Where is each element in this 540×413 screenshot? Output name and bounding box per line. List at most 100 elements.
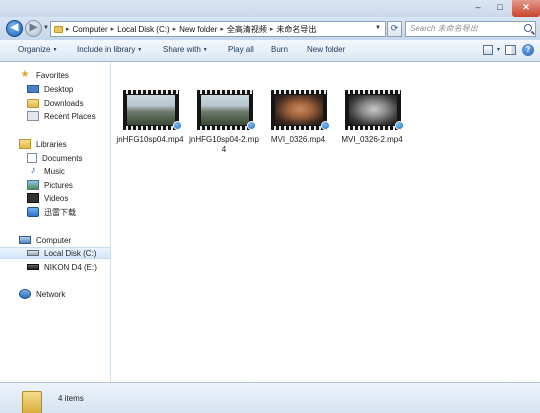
nav-downloads-label: Downloads xyxy=(44,98,84,108)
film-perforation xyxy=(123,90,179,94)
nav-recent-places[interactable]: Recent Places xyxy=(0,110,110,122)
share-with-button[interactable]: Share with ▼ xyxy=(163,45,208,54)
video-thumbnail xyxy=(271,90,327,130)
film-perforation xyxy=(271,126,327,130)
libraries-icon xyxy=(19,139,31,149)
chevron-right-icon[interactable]: ▸ xyxy=(66,25,70,33)
chevron-down-icon: ▼ xyxy=(52,47,58,53)
share-with-label: Share with xyxy=(163,45,201,54)
nav-desktop-label: Desktop xyxy=(44,84,74,94)
organize-label: Organize xyxy=(18,45,51,54)
removable-drive-icon xyxy=(27,264,39,270)
film-perforation xyxy=(123,126,179,130)
network-icon xyxy=(19,289,31,299)
organize-button[interactable]: Organize ▼ xyxy=(18,45,57,54)
recent-places-icon xyxy=(27,111,39,121)
chevron-right-icon[interactable]: ▸ xyxy=(111,25,115,33)
file-name: jnHFG10sp04-2.mp4 xyxy=(189,135,259,154)
search-placeholder: Search 未命名导出 xyxy=(410,24,478,33)
address-dropdown-icon[interactable]: ▼ xyxy=(375,25,381,31)
video-frame xyxy=(275,95,323,125)
nav-videos-label: Videos xyxy=(44,193,69,203)
nav-pictures-label: Pictures xyxy=(44,180,73,190)
nav-favorites[interactable]: ★ Favorites xyxy=(0,69,110,81)
nav-network-label: Network xyxy=(36,289,66,299)
media-player-badge-icon xyxy=(395,121,404,130)
refresh-button[interactable]: ⟳ xyxy=(387,21,402,37)
close-button[interactable]: ✕ xyxy=(512,0,540,17)
change-view-icon[interactable] xyxy=(483,45,493,55)
nav-downloads[interactable]: Downloads xyxy=(0,97,110,109)
folder-icon xyxy=(22,391,42,413)
video-frame xyxy=(349,95,397,125)
burn-button[interactable]: Burn xyxy=(271,45,288,54)
breadcrumb-computer[interactable]: Computer xyxy=(73,25,108,34)
breadcrumb-new-folder[interactable]: New folder xyxy=(179,25,217,34)
video-thumbnail xyxy=(197,90,253,130)
xunlei-icon xyxy=(27,207,39,217)
nav-network[interactable]: Network xyxy=(0,288,110,300)
folder-icon xyxy=(54,25,63,33)
film-perforation xyxy=(345,126,401,130)
chevron-right-icon[interactable]: ▸ xyxy=(270,25,274,33)
include-in-library-button[interactable]: Include in library ▼ xyxy=(77,45,142,54)
help-icon[interactable]: ? xyxy=(522,44,534,56)
media-player-badge-icon xyxy=(321,121,330,130)
forward-button[interactable]: ▶ xyxy=(25,20,42,37)
nav-local-disk-label: Local Disk (C:) xyxy=(44,248,97,258)
nav-xunlei-downloads[interactable]: 迅雷下载 xyxy=(0,206,110,218)
recent-pages-dropdown[interactable]: ▼ xyxy=(43,25,49,31)
address-bar[interactable]: ▸ Computer ▸ Local Disk (C:) ▸ New folde… xyxy=(50,21,386,37)
nav-nikon-drive[interactable]: NIKON D4 (E:) xyxy=(0,261,110,273)
nav-documents[interactable]: Documents xyxy=(0,152,110,164)
nav-music-label: Music xyxy=(44,166,65,176)
chevron-right-icon[interactable]: ▸ xyxy=(173,25,177,33)
chevron-down-icon: ▼ xyxy=(137,47,143,53)
nav-libraries[interactable]: Libraries xyxy=(0,138,110,150)
film-perforation xyxy=(197,126,253,130)
file-list: jnHFG10sp04.mp4 jnHFG10sp04-2.mp4 MVI_03… xyxy=(112,62,540,382)
nav-videos[interactable]: Videos xyxy=(0,192,110,204)
documents-icon xyxy=(27,153,37,163)
breadcrumb-unnamed-export[interactable]: 未命名导出 xyxy=(276,24,316,35)
nav-local-disk[interactable]: Local Disk (C:) xyxy=(0,247,110,259)
minimize-button[interactable]: – xyxy=(468,0,488,17)
nav-desktop[interactable]: Desktop xyxy=(0,83,110,95)
nav-music[interactable]: ♪ Music xyxy=(0,165,110,177)
film-perforation xyxy=(271,90,327,94)
videos-icon xyxy=(27,193,39,203)
nav-nikon-label: NIKON D4 (E:) xyxy=(44,262,97,272)
maximize-button[interactable]: □ xyxy=(490,0,510,17)
chevron-down-icon[interactable]: ▼ xyxy=(496,47,501,53)
nav-computer-label: Computer xyxy=(36,235,72,245)
title-bar: – □ ✕ xyxy=(0,0,540,17)
media-player-badge-icon xyxy=(247,121,256,130)
file-name: jnHFG10sp04.mp4 xyxy=(116,135,184,144)
preview-pane-icon[interactable] xyxy=(505,45,516,55)
search-icon[interactable] xyxy=(524,24,532,32)
nav-pictures[interactable]: Pictures xyxy=(0,179,110,191)
status-bar: 4 items xyxy=(0,382,540,413)
video-frame xyxy=(127,95,175,125)
chevron-right-icon[interactable]: ▸ xyxy=(220,25,224,33)
nav-recent-places-label: Recent Places xyxy=(44,111,96,121)
video-frame xyxy=(201,95,249,125)
breadcrumb-local-disk[interactable]: Local Disk (C:) xyxy=(117,25,169,34)
nav-documents-label: Documents xyxy=(42,153,83,163)
media-player-badge-icon xyxy=(173,121,182,130)
video-thumbnail xyxy=(123,90,179,130)
nav-computer[interactable]: Computer xyxy=(0,234,110,246)
breadcrumb-full-hd-video[interactable]: 全高清视频 xyxy=(227,24,267,35)
nav-libraries-label: Libraries xyxy=(36,139,67,149)
address-row: ◀ ▶ ▼ ▸ Computer ▸ Local Disk (C:) ▸ New… xyxy=(0,17,540,40)
file-name: MVI_0326.mp4 xyxy=(270,135,326,144)
new-folder-button[interactable]: New folder xyxy=(307,45,345,54)
downloads-folder-icon xyxy=(27,98,39,108)
hard-drive-icon xyxy=(27,250,39,256)
search-input[interactable]: Search 未命名导出 xyxy=(405,21,536,37)
nav-xunlei-label: 迅雷下载 xyxy=(44,207,76,217)
play-all-button[interactable]: Play all xyxy=(228,45,254,54)
back-button[interactable]: ◀ xyxy=(6,20,23,37)
chevron-down-icon: ▼ xyxy=(202,47,208,53)
include-in-library-label: Include in library xyxy=(77,45,136,54)
